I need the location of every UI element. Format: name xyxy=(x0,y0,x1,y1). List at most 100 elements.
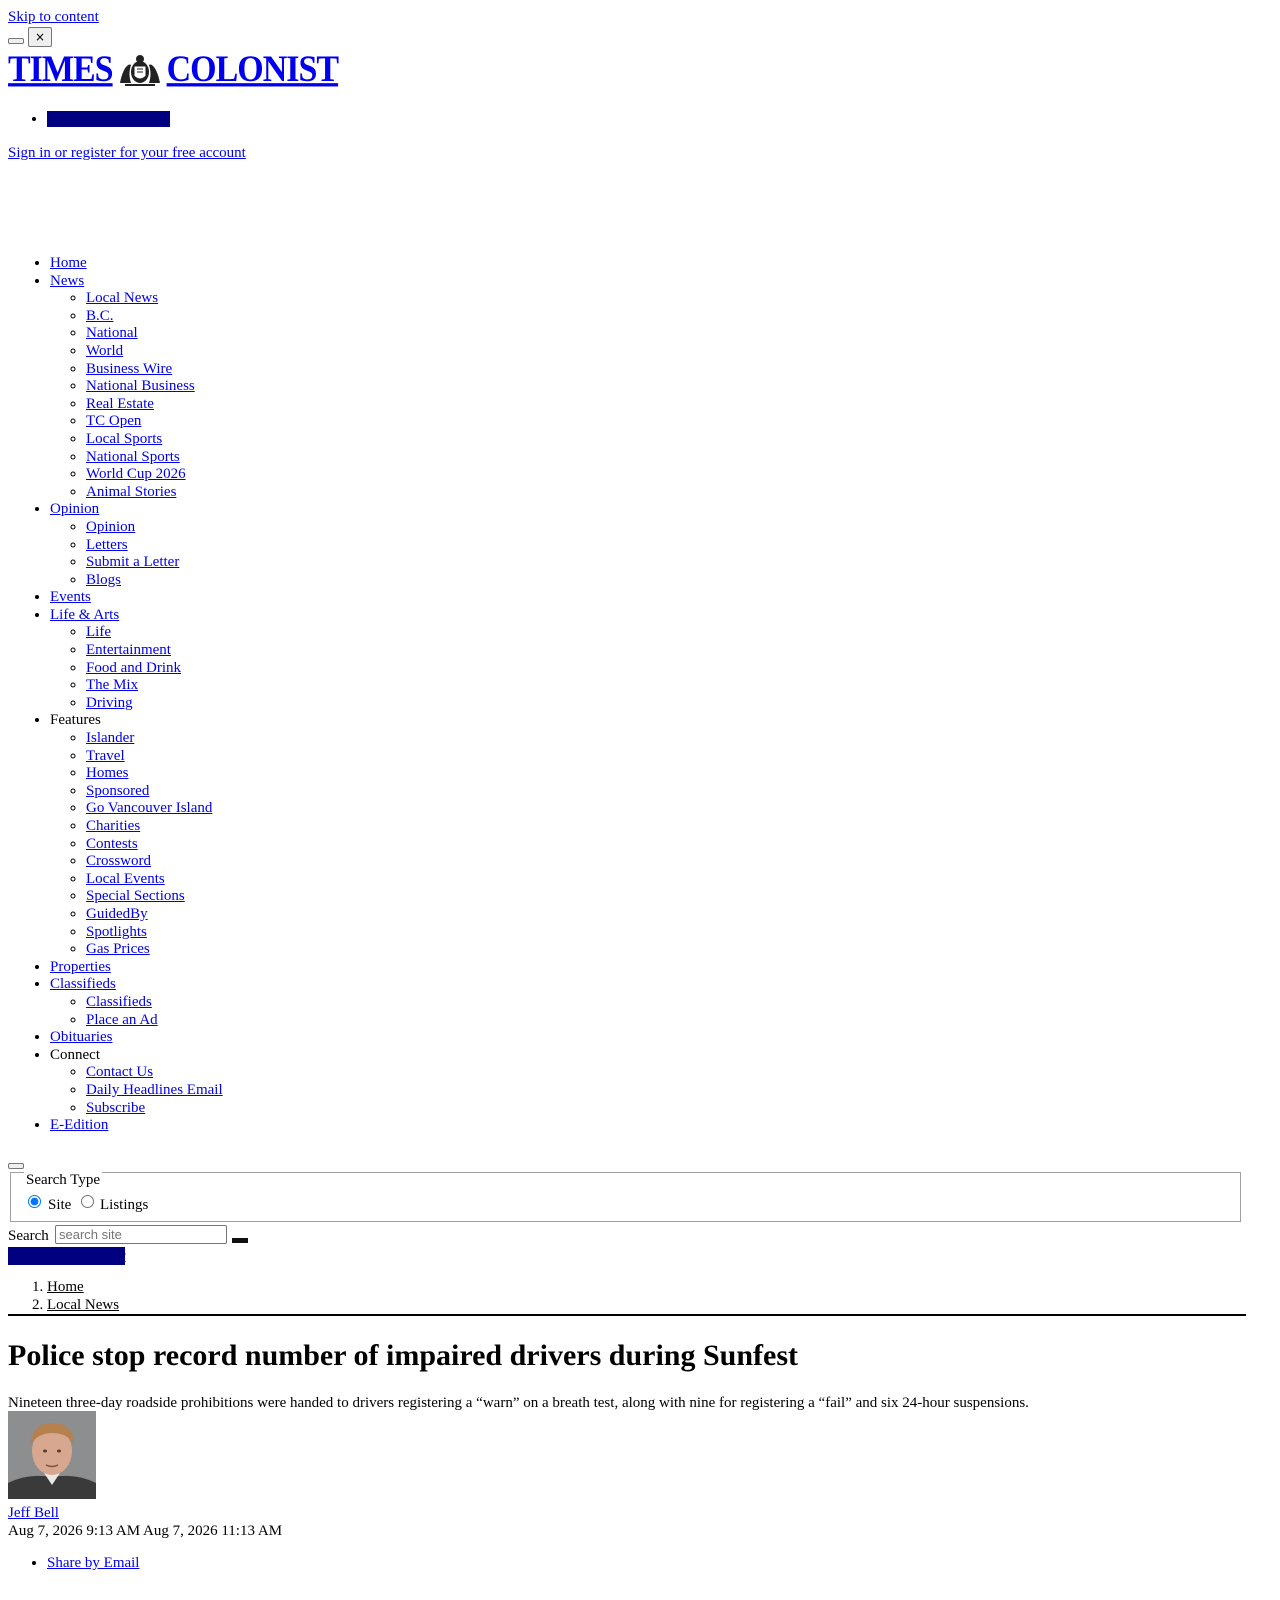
search-type-site-radio[interactable] xyxy=(28,1195,41,1208)
nav-item-life-and-arts[interactable]: Life & ArtsLife Entertainment Food and Dri… xyxy=(50,607,223,713)
nav-subitem-submit-a-letter[interactable]: Submit a Letter xyxy=(86,554,223,572)
nav-subitem-go-vancouver-island[interactable]: Go Vancouver Island xyxy=(86,800,223,818)
nav-subitem-special-sections[interactable]: Special Sections xyxy=(86,888,223,906)
nav-subitem-opinion-link[interactable]: Opinion xyxy=(86,519,135,535)
nav-subitem-classifieds[interactable]: Classifieds xyxy=(86,994,223,1012)
nav-subitem-national-sports[interactable]: National Sports xyxy=(86,449,223,467)
nav-subitem-guidedby[interactable]: GuidedBy xyxy=(86,906,223,924)
nav-subitem-national-sports-link[interactable]: National Sports xyxy=(86,449,180,465)
nav-subitem-tc-open-link[interactable]: TC Open xyxy=(86,413,141,429)
nav-subitem-real-estate-link[interactable]: Real Estate xyxy=(86,396,154,412)
nav-subitem-national-business-link[interactable]: National Business xyxy=(86,378,195,394)
nav-subitem-world-cup-2026[interactable]: World Cup 2026 xyxy=(86,466,223,484)
nav-news-link[interactable]: News xyxy=(50,273,84,289)
nav-subitem-homes-link[interactable]: Homes xyxy=(86,765,129,781)
search-input[interactable] xyxy=(55,1225,227,1244)
nav-subitem-tc-open[interactable]: TC Open xyxy=(86,413,223,431)
search-type-listings-radio[interactable] xyxy=(81,1195,94,1208)
nav-opinion-link[interactable]: Opinion xyxy=(50,501,99,517)
nav-subitem-national-link[interactable]: National xyxy=(86,325,138,341)
nav-subitem-sponsored[interactable]: Sponsored xyxy=(86,783,223,801)
breadcrumb-home-link[interactable]: Home xyxy=(47,1279,84,1295)
nav-subitem-sponsored-link[interactable]: Sponsored xyxy=(86,783,149,799)
nav-subitem-charities[interactable]: Charities xyxy=(86,818,223,836)
nav-subitem-subscribe-link[interactable]: Subscribe xyxy=(86,1100,145,1116)
nav-subitem-the-mix-link[interactable]: The Mix xyxy=(86,677,138,693)
nav-subitem-business-wire-link[interactable]: Business Wire xyxy=(86,361,172,377)
nav-item-e-edition[interactable]: E-Edition xyxy=(50,1117,223,1135)
nav-subitem-national-business[interactable]: National Business xyxy=(86,378,223,396)
nav-subitem-b-c[interactable]: B.C. xyxy=(86,308,223,326)
nav-subitem-local-events-link[interactable]: Local Events xyxy=(86,871,165,887)
nav-subitem-world[interactable]: World xyxy=(86,343,223,361)
share-by-email-link[interactable]: Share by Email xyxy=(47,1555,139,1571)
nav-subitem-entertainment[interactable]: Entertainment xyxy=(86,642,223,660)
nav-subitem-b-c-link[interactable]: B.C. xyxy=(86,308,114,324)
nav-subitem-local-news[interactable]: Local News xyxy=(86,290,223,308)
nav-subitem-animal-stories[interactable]: Animal Stories xyxy=(86,484,223,502)
nav-subitem-local-sports[interactable]: Local Sports xyxy=(86,431,223,449)
nav-life-and-arts-link[interactable]: Life & Arts xyxy=(50,607,119,623)
nav-subitem-gas-prices[interactable]: Gas Prices xyxy=(86,941,223,959)
nav-subitem-business-wire[interactable]: Business Wire xyxy=(86,361,223,379)
skip-to-content-link[interactable]: Skip to content xyxy=(8,8,99,26)
nav-subitem-homes[interactable]: Homes xyxy=(86,765,223,783)
nav-item-properties[interactable]: Properties xyxy=(50,959,223,977)
nav-obituaries-link[interactable]: Obituaries xyxy=(50,1029,112,1045)
nav-properties-link[interactable]: Properties xyxy=(50,959,111,975)
nav-subitem-submit-a-letter-link[interactable]: Submit a Letter xyxy=(86,554,179,570)
nav-item-opinion[interactable]: Opinion Opinion LettersSubmit a Letter Blog… xyxy=(50,501,223,589)
nav-subitem-letters[interactable]: Letters xyxy=(86,537,223,555)
nav-subitem-life[interactable]: Life xyxy=(86,624,223,642)
nav-home-link[interactable]: Home xyxy=(50,255,87,271)
site-logo[interactable]: TIMES COLONIST xyxy=(8,49,339,90)
nav-subitem-food-and-drink[interactable]: Food and Drink xyxy=(86,660,223,678)
nav-subitem-guidedby-link[interactable]: GuidedBy xyxy=(86,906,148,922)
nav-subitem-blogs[interactable]: Blogs xyxy=(86,572,223,590)
nav-subitem-travel-link[interactable]: Travel xyxy=(86,748,125,764)
join-newsletter-bar-link[interactable]: Join our Newsletter xyxy=(8,1247,126,1265)
menu-toggle-button[interactable] xyxy=(8,38,24,44)
breadcrumb-local-news-link[interactable]: Local News xyxy=(47,1297,119,1313)
nav-subitem-daily-headlines-email-link[interactable]: Daily Headlines Email xyxy=(86,1082,223,1098)
nav-e-edition-link[interactable]: E-Edition xyxy=(50,1117,108,1133)
nav-subitem-driving-link[interactable]: Driving xyxy=(86,695,133,711)
nav-subitem-contests-link[interactable]: Contests xyxy=(86,836,138,852)
nav-subitem-local-sports-link[interactable]: Local Sports xyxy=(86,431,162,447)
nav-subitem-classifieds-link[interactable]: Classifieds xyxy=(86,994,152,1010)
nav-subitem-charities-link[interactable]: Charities xyxy=(86,818,140,834)
nav-subitem-spotlights[interactable]: Spotlights xyxy=(86,924,223,942)
nav-events-link[interactable]: Events xyxy=(50,589,91,605)
nav-subitem-blogs-link[interactable]: Blogs xyxy=(86,572,121,588)
nav-subitem-travel[interactable]: Travel xyxy=(86,748,223,766)
nav-subitem-place-an-ad-link[interactable]: Place an Ad xyxy=(86,1012,158,1028)
nav-subitem-world-link[interactable]: World xyxy=(86,343,123,359)
nav-subitem-contests[interactable]: Contests xyxy=(86,836,223,854)
nav-subitem-letters-link[interactable]: Letters xyxy=(86,537,128,553)
nav-subitem-life-link[interactable]: Life xyxy=(86,624,111,640)
close-button[interactable]: × xyxy=(28,27,52,47)
nav-subitem-entertainment-link[interactable]: Entertainment xyxy=(86,642,171,658)
nav-subitem-local-news-link[interactable]: Local News xyxy=(86,290,158,306)
nav-subitem-contact-us-link[interactable]: Contact Us xyxy=(86,1064,153,1080)
nav-subitem-gas-prices-link[interactable]: Gas Prices xyxy=(86,941,150,957)
join-newsletter-link[interactable]: Join Our Newsletter xyxy=(47,111,170,127)
nav-subitem-local-events[interactable]: Local Events xyxy=(86,871,223,889)
search-toggle-button[interactable] xyxy=(8,1163,24,1169)
nav-item-classifieds[interactable]: Classifieds Classifieds Place an Ad xyxy=(50,976,223,1029)
nav-subitem-national[interactable]: National xyxy=(86,325,223,343)
nav-subitem-food-and-drink-link[interactable]: Food and Drink xyxy=(86,660,181,676)
nav-subitem-crossword-link[interactable]: Crossword xyxy=(86,853,151,869)
nav-subitem-go-vancouver-island-link[interactable]: Go Vancouver Island xyxy=(86,800,212,816)
nav-subitem-driving[interactable]: Driving xyxy=(86,695,223,713)
nav-subitem-islander-link[interactable]: Islander xyxy=(86,730,134,746)
nav-subitem-special-sections-link[interactable]: Special Sections xyxy=(86,888,185,904)
nav-subitem-the-mix[interactable]: The Mix xyxy=(86,677,223,695)
nav-subitem-subscribe[interactable]: Subscribe xyxy=(86,1100,223,1118)
nav-subitem-islander[interactable]: Islander xyxy=(86,730,223,748)
nav-subitem-world-cup-2026-link[interactable]: World Cup 2026 xyxy=(86,466,186,482)
nav-subitem-daily-headlines-email[interactable]: Daily Headlines Email xyxy=(86,1082,223,1100)
signin-link[interactable]: Sign in or register for your free accoun… xyxy=(8,144,246,162)
author-link[interactable]: Jeff Bell xyxy=(8,1504,59,1522)
nav-subitem-crossword[interactable]: Crossword xyxy=(86,853,223,871)
